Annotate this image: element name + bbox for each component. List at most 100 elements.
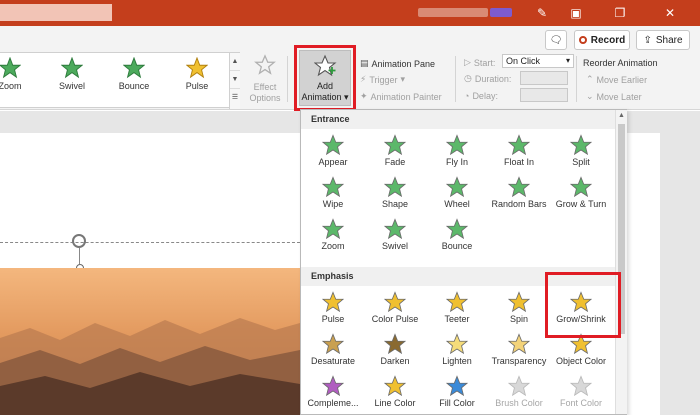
- add-animation-highlight: Add Animation ▾: [294, 45, 356, 111]
- fill-color-star-icon: [446, 375, 468, 397]
- animation-pane-button[interactable]: ▤ Animation Pane: [360, 56, 435, 71]
- brush-color-star-icon: [508, 375, 530, 397]
- animation-label: Brush Color: [495, 398, 543, 408]
- animation-label: Object Color: [555, 356, 607, 366]
- animation-swivel[interactable]: Swivel: [364, 216, 426, 254]
- effect-options-icon: [254, 54, 276, 75]
- animation-spin[interactable]: Spin: [488, 289, 550, 327]
- animation-transparency[interactable]: Transparency: [488, 331, 550, 369]
- gallery-expand-icon[interactable]: ☰: [230, 89, 240, 107]
- animation-label: Swivel: [381, 241, 408, 251]
- share-icon: ⇪: [643, 34, 652, 46]
- animation-shape[interactable]: Shape: [364, 174, 426, 212]
- teeter-star-icon: [446, 291, 468, 313]
- animation-zoom[interactable]: Zoom: [302, 216, 364, 254]
- animation-brush-color[interactable]: Brush Color: [488, 373, 550, 411]
- gallery-scroll-down-icon[interactable]: ▼: [230, 71, 240, 89]
- animation-painter-button[interactable]: ✦ Animation Painter: [360, 89, 442, 104]
- add-star-icon: [314, 54, 337, 77]
- animation-split[interactable]: Split: [550, 132, 612, 170]
- restore-icon[interactable]: ▣: [567, 4, 585, 22]
- gallery-item-bounce[interactable]: Bounce: [106, 57, 162, 103]
- animation-label: Float In: [503, 157, 534, 167]
- animation-painter-label: Animation Painter: [370, 91, 442, 102]
- animation-appear[interactable]: Appear: [302, 132, 364, 170]
- move-later-button[interactable]: ⌄ Move Later: [586, 89, 642, 104]
- ribbon-divider: [576, 56, 577, 102]
- animation-line-color[interactable]: Line Color: [364, 373, 426, 411]
- animation-label: Compleme...: [307, 398, 359, 408]
- animation-wheel[interactable]: Wheel: [426, 174, 488, 212]
- share-label: Share: [655, 34, 683, 46]
- animation-darken[interactable]: Darken: [364, 331, 426, 369]
- gallery-item-zoom[interactable]: Zoom: [0, 57, 38, 103]
- animation-compleme[interactable]: Compleme...: [302, 373, 364, 411]
- wipe-star-icon: [322, 176, 344, 198]
- transparency-star-icon: [508, 333, 530, 355]
- record-label: Record: [590, 34, 626, 46]
- animation-label: Shape: [381, 199, 409, 209]
- move-earlier-button[interactable]: ⌃ Move Earlier: [586, 72, 647, 87]
- animation-grow-turn[interactable]: Grow & Turn: [550, 174, 612, 212]
- animation-lighten[interactable]: Lighten: [426, 331, 488, 369]
- animation-label: Darken: [380, 356, 410, 366]
- gallery-label: Swivel: [58, 81, 85, 91]
- float-in-star-icon: [508, 134, 530, 156]
- dropdown-scrollbar[interactable]: ▲: [615, 110, 627, 414]
- trigger-button[interactable]: ⚡ Trigger ▾: [360, 72, 405, 87]
- delay-input[interactable]: [520, 88, 568, 102]
- animation-pulse[interactable]: Pulse: [302, 289, 364, 327]
- animation-teeter[interactable]: Teeter: [426, 289, 488, 327]
- pen-icon[interactable]: ✎: [533, 4, 551, 22]
- animation-label: Pulse: [321, 314, 345, 324]
- record-button[interactable]: Record: [574, 30, 630, 50]
- fade-star-icon: [384, 134, 406, 156]
- gallery-scroll[interactable]: ▲ ▼ ☰: [229, 53, 240, 109]
- account-avatar[interactable]: [490, 8, 512, 17]
- account-name: [418, 8, 488, 17]
- gallery-label: Pulse: [185, 81, 209, 91]
- swivel-star-icon: [384, 218, 406, 240]
- animation-color-pulse[interactable]: Color Pulse: [364, 289, 426, 327]
- share-button[interactable]: ⇪ Share: [636, 30, 690, 50]
- gallery-item-pulse[interactable]: Pulse: [169, 57, 225, 103]
- animation-fly-in[interactable]: Fly In: [426, 132, 488, 170]
- font-color-star-icon: [570, 375, 592, 397]
- animation-float-in[interactable]: Float In: [488, 132, 550, 170]
- rotate-handle-icon[interactable]: [72, 234, 86, 248]
- spin-star-icon: [508, 291, 530, 313]
- trigger-label: Trigger: [369, 74, 398, 85]
- animation-random-bars[interactable]: Random Bars: [488, 174, 550, 212]
- animation-desaturate[interactable]: Desaturate: [302, 331, 364, 369]
- color-pulse-star-icon: [384, 291, 406, 313]
- animation-bounce[interactable]: Bounce: [426, 216, 488, 254]
- scroll-up-icon[interactable]: ▲: [616, 110, 627, 122]
- comment-button[interactable]: 🗨: [545, 30, 567, 50]
- duration-input[interactable]: [520, 71, 568, 85]
- delay-row: ◔ Delay:: [464, 88, 498, 103]
- maximize-icon[interactable]: ❐: [611, 4, 629, 22]
- animation-font-color[interactable]: Font Color: [550, 373, 612, 411]
- animation-wipe[interactable]: Wipe: [302, 174, 364, 212]
- animation-fade[interactable]: Fade: [364, 132, 426, 170]
- record-icon: [578, 36, 587, 44]
- text-placeholder-border[interactable]: [0, 242, 300, 243]
- animation-label: Random Bars: [491, 199, 547, 209]
- gallery-scroll-up-icon[interactable]: ▲: [230, 53, 240, 71]
- arrow-up-icon: ⌃: [586, 74, 594, 84]
- shape-star-icon: [384, 176, 406, 198]
- clock-icon: ◷: [464, 73, 472, 83]
- wheel-star-icon: [446, 176, 468, 198]
- mountain-photo[interactable]: [0, 268, 300, 415]
- close-icon[interactable]: ✕: [661, 4, 679, 22]
- gallery-item-swivel[interactable]: Swivel: [44, 57, 100, 103]
- reorder-heading: Reorder Animation: [583, 55, 658, 70]
- title-search-box[interactable]: [0, 4, 112, 21]
- animation-fill-color[interactable]: Fill Color: [426, 373, 488, 411]
- add-animation-button[interactable]: Add Animation ▾: [299, 50, 351, 106]
- zoom-star-icon: [0, 57, 21, 79]
- animation-label: Wipe: [322, 199, 344, 209]
- start-dropdown[interactable]: On Click ▾: [502, 54, 574, 68]
- effect-options-button[interactable]: Effect Options: [244, 54, 286, 104]
- mountain-silhouette: [0, 318, 300, 415]
